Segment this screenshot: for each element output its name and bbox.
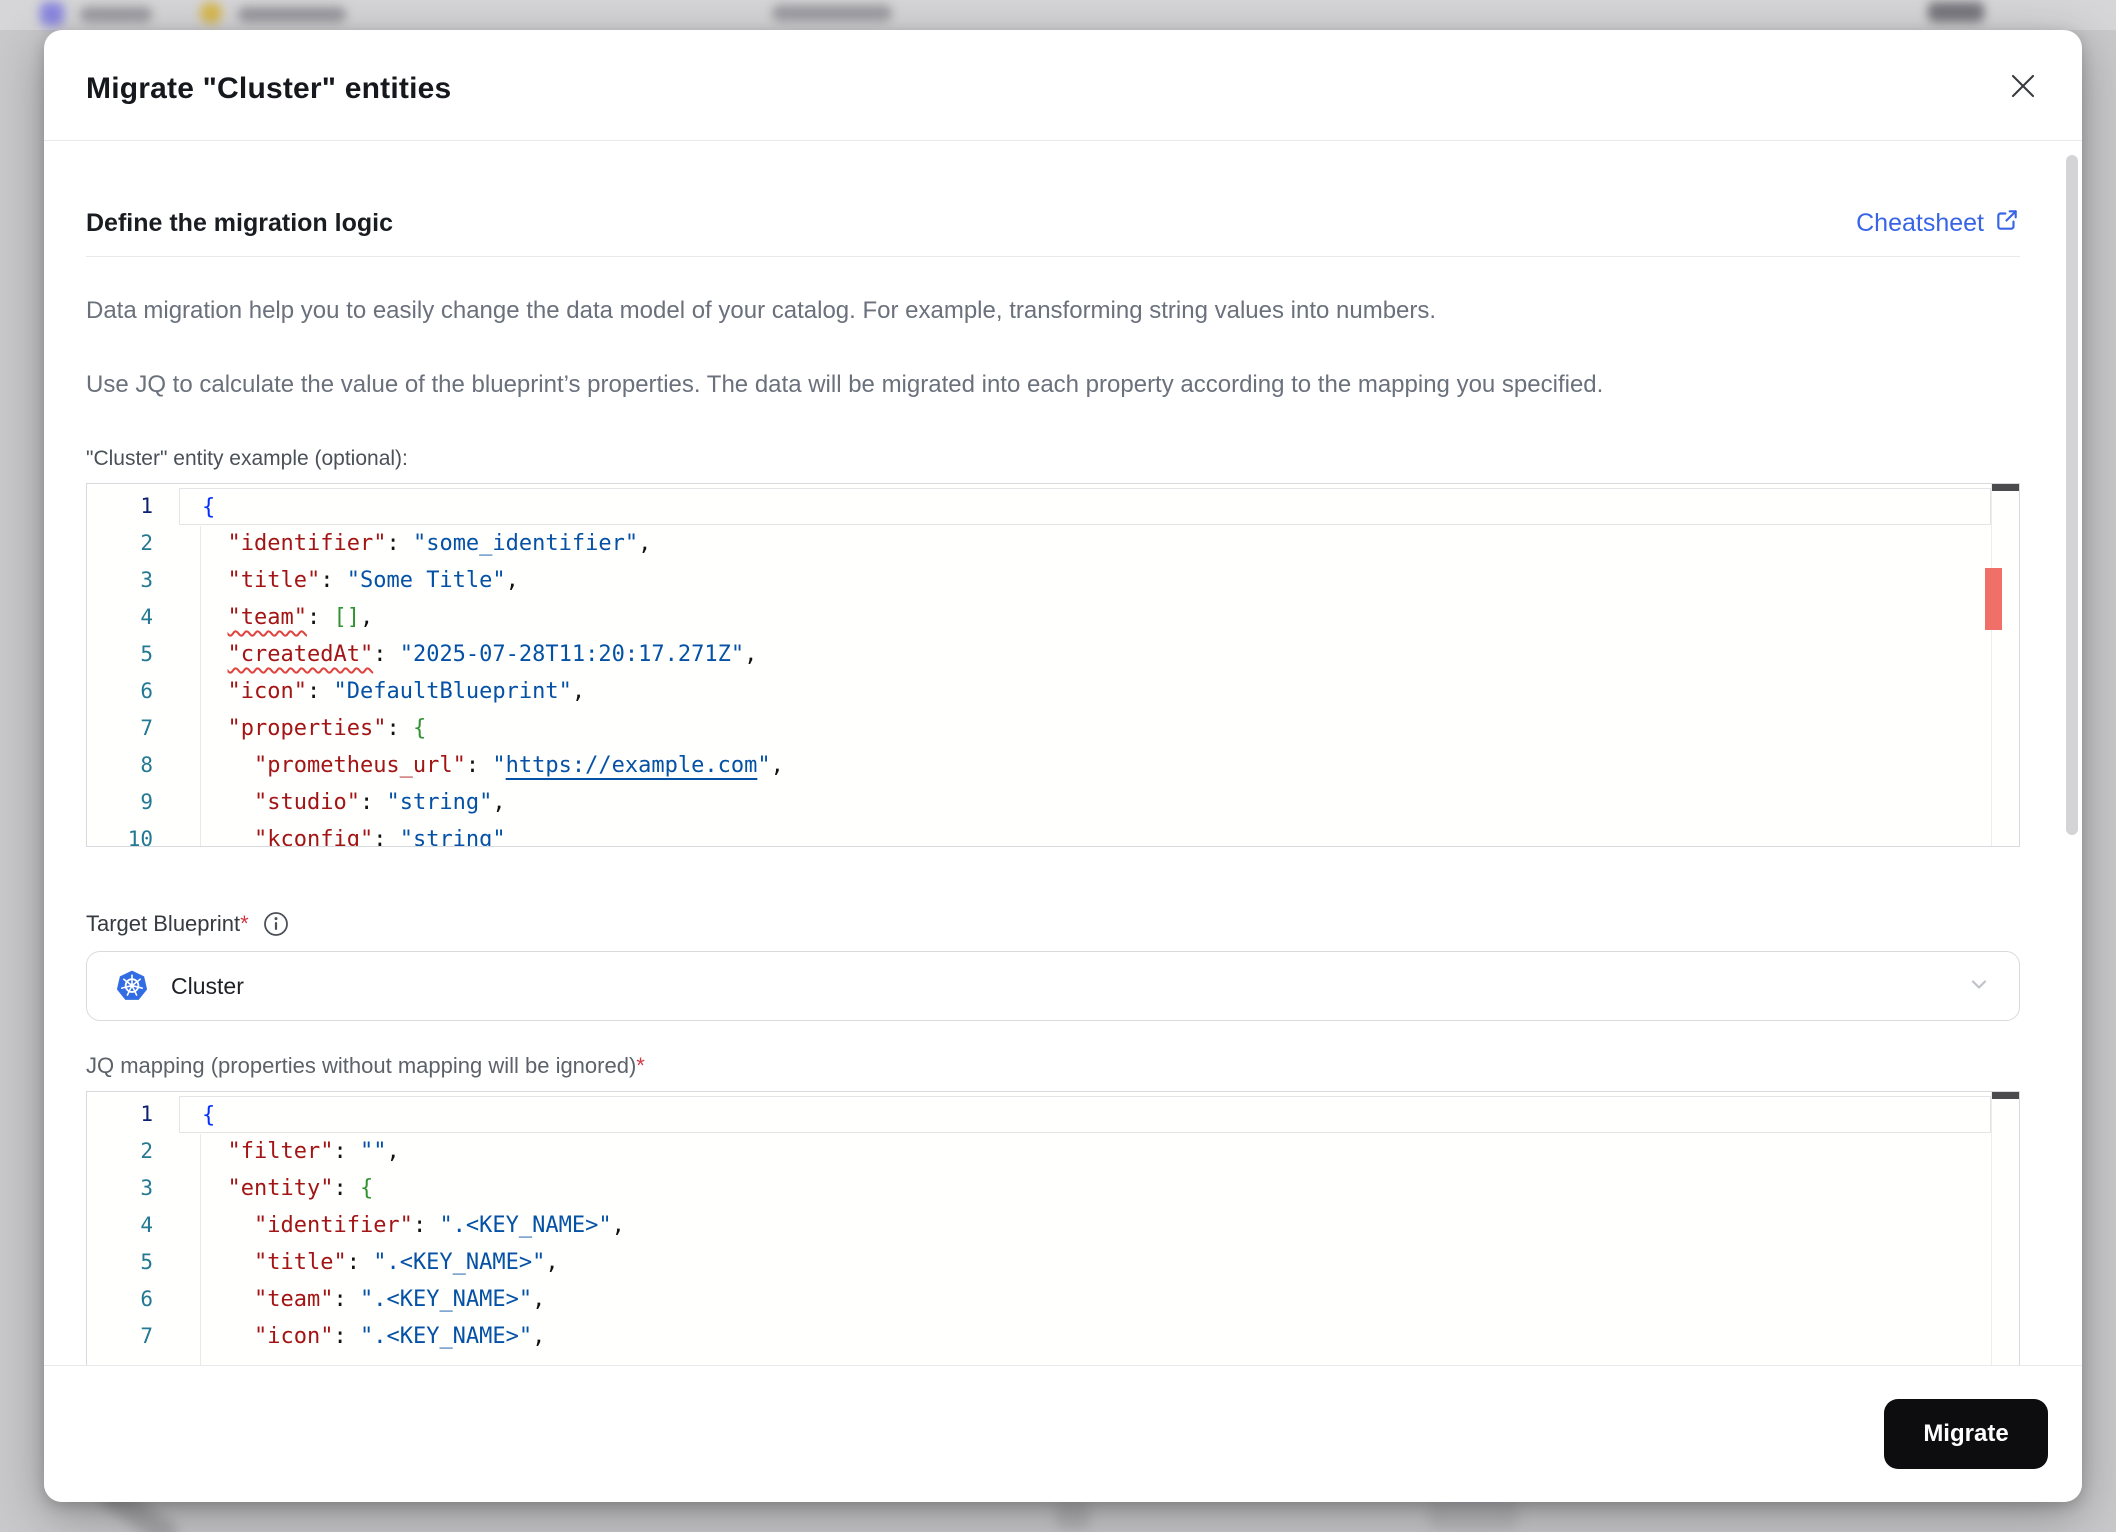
- code-line: 3 "entity": {: [87, 1170, 2019, 1207]
- code-content: "kconfig": "string": [253, 827, 506, 847]
- editor-scrollbar-thumb[interactable]: [1992, 1092, 2019, 1099]
- code-line: 2 "filter": "",: [87, 1133, 2019, 1170]
- code-content: "identifier": ".<KEY_NAME>",: [253, 1213, 625, 1238]
- code-content: "filter": "",: [227, 1139, 400, 1164]
- background-app-icon: [40, 2, 64, 26]
- code-content: "identifier": "some_identifier",: [227, 531, 652, 556]
- required-asterisk: *: [636, 1053, 645, 1078]
- cheatsheet-label: Cheatsheet: [1856, 209, 1984, 237]
- code-line: 5 "createdAt": "2025-07-28T11:20:17.271Z…: [87, 636, 2019, 673]
- error-overview-marker: [1985, 568, 2002, 630]
- modal-scrollbar-thumb[interactable]: [2066, 155, 2078, 835]
- code-content: "title": ".<KEY_NAME>",: [253, 1250, 559, 1275]
- code-content: "studio": "string",: [253, 790, 506, 815]
- code-line: 7 "properties": {: [87, 710, 2019, 747]
- line-number: 2: [140, 531, 153, 555]
- code-content: "team": ".<KEY_NAME>",: [253, 1287, 546, 1312]
- background-shape: [1056, 1502, 1090, 1530]
- code-line: 6 "team": ".<KEY_NAME>",: [87, 1281, 2019, 1318]
- external-link-icon: [1994, 207, 2020, 240]
- target-blueprint-select[interactable]: Cluster: [86, 951, 2020, 1021]
- code-line: 6 "icon": "DefaultBlueprint",: [87, 673, 2019, 710]
- background-controls: [1928, 2, 1984, 22]
- line-number: 3: [140, 568, 153, 592]
- code-content: "createdAt": "2025-07-28T11:20:17.271Z",: [227, 642, 758, 667]
- target-blueprint-value: Cluster: [171, 972, 244, 999]
- entity-example-editor[interactable]: 1{2 "identifier": "some_identifier", 3 "t…: [86, 483, 2020, 847]
- jq-mapping-editor[interactable]: 1{2 "filter": "", 3 "entity": {4 "identif…: [86, 1091, 2020, 1365]
- line-number: 1: [140, 494, 153, 518]
- description-paragraph-2: Use JQ to calculate the value of the blu…: [86, 371, 1604, 398]
- close-button[interactable]: [2006, 70, 2040, 104]
- target-blueprint-label: Target Blueprint*: [86, 911, 249, 936]
- entity-example-label: "Cluster" entity example (optional):: [86, 447, 408, 470]
- line-number: 5: [140, 642, 153, 666]
- background-search: [772, 5, 892, 21]
- background-shape: [1428, 1500, 1518, 1530]
- info-icon[interactable]: [263, 911, 289, 937]
- code-line: 5 "title": ".<KEY_NAME>",: [87, 1244, 2019, 1281]
- code-content: {: [179, 1096, 1991, 1133]
- background-text: [238, 7, 346, 22]
- indent-guide: [200, 526, 201, 846]
- line-number: 9: [140, 790, 153, 814]
- jq-mapping-label: JQ mapping (properties without mapping w…: [86, 1053, 645, 1078]
- editor-scrollbar-thumb[interactable]: [1992, 484, 2019, 491]
- code-content: "icon": "DefaultBlueprint",: [227, 679, 586, 704]
- description-paragraph-1: Data migration help you to easily change…: [86, 297, 1437, 324]
- code-content: "title": "Some Title",: [227, 568, 519, 593]
- code-line: 7 "icon": ".<KEY_NAME>",: [87, 1318, 2019, 1355]
- line-number: 4: [140, 1213, 153, 1237]
- cheatsheet-link[interactable]: Cheatsheet: [1856, 207, 2020, 240]
- editor-scrollbar-track: [1985, 484, 2019, 846]
- line-number: 8: [140, 753, 153, 777]
- code-content: "team": [],: [227, 605, 374, 630]
- migrate-button[interactable]: Migrate: [1884, 1399, 2048, 1469]
- code-line: 9 "studio": "string",: [87, 784, 2019, 821]
- close-icon: [2008, 71, 2038, 104]
- line-number: 3: [140, 1176, 153, 1200]
- line-number: 6: [140, 1287, 153, 1311]
- code-content: "prometheus_url": "https://example.com",: [253, 753, 784, 778]
- code-content: "properties": {: [227, 716, 427, 741]
- code-line: 10 "kconfig": "string": [87, 821, 2019, 847]
- background-app-icon: [200, 2, 222, 24]
- line-number: 1: [140, 1102, 153, 1126]
- code-line: 8 "prometheus_url": "https://example.com…: [87, 747, 2019, 784]
- migrate-entities-modal: Migrate "Cluster" entities Define the mi…: [44, 30, 2082, 1502]
- modal-body: Define the migration logic Cheatsheet Da…: [44, 141, 2082, 1365]
- line-number: 10: [127, 827, 153, 847]
- background-app-bar: [0, 0, 2116, 30]
- chevron-down-icon: [1967, 972, 1991, 1001]
- code-line: 1{: [87, 1096, 2019, 1133]
- code-line: 3 "title": "Some Title",: [87, 562, 2019, 599]
- code-line: 2 "identifier": "some_identifier",: [87, 525, 2019, 562]
- line-number: 7: [140, 1324, 153, 1348]
- code-line: 4 "identifier": ".<KEY_NAME>",: [87, 1207, 2019, 1244]
- editor-scrollbar-track: [1991, 1092, 2019, 1365]
- modal-title: Migrate "Cluster" entities: [86, 72, 452, 105]
- required-asterisk: *: [240, 911, 249, 936]
- line-number: 4: [140, 605, 153, 629]
- line-number: 6: [140, 679, 153, 703]
- section-heading: Define the migration logic: [86, 209, 393, 237]
- code-content: "entity": {: [227, 1176, 374, 1201]
- background-text: [80, 7, 152, 22]
- code-line: 4 "team": [],: [87, 599, 2019, 636]
- divider: [86, 256, 2020, 257]
- line-number: 2: [140, 1139, 153, 1163]
- modal-footer: Migrate: [44, 1365, 2082, 1502]
- modal-header: Migrate "Cluster" entities: [44, 30, 2082, 141]
- kubernetes-icon: [115, 969, 149, 1003]
- code-content: "icon": ".<KEY_NAME>",: [253, 1324, 546, 1349]
- code-content: {: [179, 488, 1991, 525]
- code-line: 1{: [87, 488, 2019, 525]
- line-number: 7: [140, 716, 153, 740]
- indent-guide: [200, 1134, 201, 1365]
- line-number: 5: [140, 1250, 153, 1274]
